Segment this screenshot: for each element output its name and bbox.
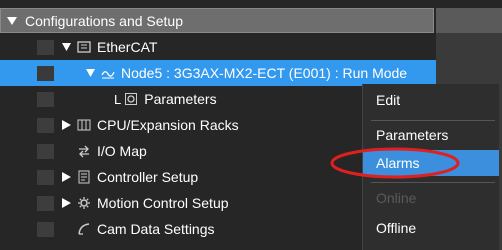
row-marker [37,170,54,185]
ethercat-icon [77,41,91,53]
menu-item-label: Online [376,190,417,206]
inverter-node-icon [101,71,115,79]
gear-icon [125,93,138,105]
menu-separator [371,120,495,121]
tree-item-label: Node5 : 3G3AX-MX2-ECT (E001) : Run Mode [121,65,408,81]
tree-item-ethercat[interactable]: EtherCAT [0,34,436,60]
row-marker [37,40,54,55]
row-marker [37,144,54,159]
tree-item-label: Controller Setup [97,169,199,185]
tree-item-label: Motion Control Setup [97,195,229,211]
row-marker [37,196,54,211]
tree-item-label: Parameters [144,91,217,107]
tree-connector: L [114,91,122,107]
row-marker [37,66,54,81]
gear-icon [78,197,90,209]
row-marker [37,118,54,133]
expand-arrow-icon[interactable] [62,42,71,52]
tree-item-label: EtherCAT [97,39,158,55]
menu-item-label: Edit [376,92,401,108]
tree-item-label: CPU/Expansion Racks [97,117,239,133]
expand-arrow-icon[interactable] [62,172,71,182]
menu-item-edit[interactable]: Edit [363,87,499,113]
controller-icon [78,170,90,184]
tree-header-label: Configurations and Setup [25,12,183,29]
collapse-arrow-icon[interactable] [7,16,17,26]
expand-arrow-icon[interactable] [62,120,71,130]
tree-item-label: I/O Map [97,143,147,159]
io-map-icon [79,145,89,158]
menu-separator [371,182,495,183]
row-marker [37,222,54,237]
cam-icon [78,223,90,235]
expand-arrow-icon[interactable] [62,198,71,208]
tree-header[interactable]: Configurations and Setup [0,8,434,33]
menu-item-offline[interactable]: Offline [363,215,499,241]
tree-item-node5[interactable]: Node5 : 3G3AX-MX2-ECT (E001) : Run Mode [0,60,436,86]
menu-item-label: Parameters [376,127,449,143]
expand-arrow-icon[interactable] [86,68,95,78]
menu-item-label: Offline [376,220,417,236]
annotation-circle [330,147,460,179]
rack-icon [77,119,91,131]
menu-item-parameters[interactable]: Parameters [363,122,499,148]
tree-item-label: Cam Data Settings [97,221,215,237]
row-marker [37,92,54,107]
menu-item-online: Online [363,185,499,211]
